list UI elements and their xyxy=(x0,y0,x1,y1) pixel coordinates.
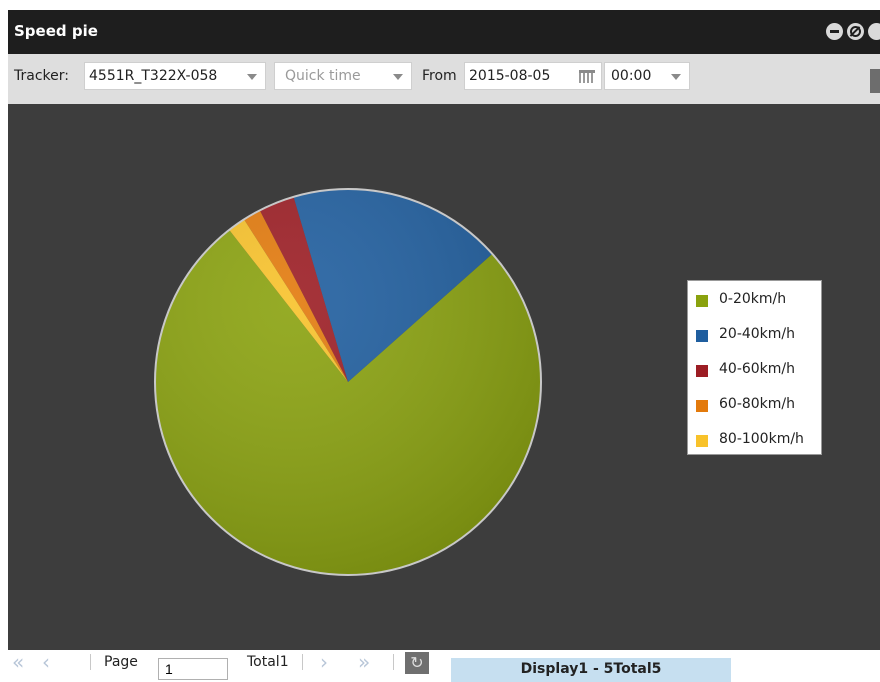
legend-swatch xyxy=(696,435,708,447)
next-page-icon[interactable]: › xyxy=(320,652,328,672)
pagination-bar: « ‹ Page Total1 › » ↻ Display1 - 5Total5 xyxy=(8,650,880,682)
quick-time-placeholder: Quick time xyxy=(285,68,361,84)
refresh-icon[interactable]: ↻ xyxy=(405,652,429,674)
page-label: Page xyxy=(104,654,138,670)
legend-label: 40-60km/h xyxy=(719,361,796,377)
tracker-value: 4551R_T322X-058 xyxy=(89,68,218,84)
window-title: Speed pie xyxy=(14,22,98,40)
from-label: From xyxy=(422,68,457,84)
minimize-icon[interactable] xyxy=(826,23,843,40)
display-count: Display1 - 5Total5 xyxy=(451,658,731,682)
cancel-icon[interactable] xyxy=(847,23,864,40)
tracker-label: Tracker: xyxy=(14,68,69,84)
divider xyxy=(393,654,394,670)
chevron-down-icon xyxy=(671,74,681,80)
chevron-down-icon xyxy=(393,74,403,80)
from-time-value: 00:00 xyxy=(611,68,652,84)
chart-legend: 0-20km/h 20-40km/h 40-60km/h 60-80km/h 80-10… xyxy=(687,280,822,455)
divider xyxy=(90,654,91,670)
prev-page-icon[interactable]: ‹ xyxy=(42,652,50,672)
menu-icon[interactable] xyxy=(870,69,880,93)
legend-label: 20-40km/h xyxy=(719,326,796,342)
tracker-select[interactable]: 4551R_T322X-058 xyxy=(84,62,266,90)
legend-label: 0-20km/h xyxy=(719,291,787,307)
calendar-icon[interactable] xyxy=(579,70,595,83)
last-page-icon[interactable]: » xyxy=(358,652,370,672)
legend-swatch xyxy=(696,295,708,307)
close-icon[interactable] xyxy=(868,23,880,40)
divider xyxy=(302,654,303,670)
quick-time-select[interactable]: Quick time xyxy=(274,62,412,90)
speed-pie-window: Speed pie Tracker: 4551R_T322X-058 Quick… xyxy=(8,10,880,682)
first-page-icon[interactable]: « xyxy=(12,652,24,672)
toolbar: Tracker: 4551R_T322X-058 Quick time From… xyxy=(8,54,880,104)
legend-label: 60-80km/h xyxy=(719,396,796,412)
legend-label: 80-100km/h xyxy=(719,431,804,447)
from-date-input[interactable]: 2015-08-05 xyxy=(464,62,602,90)
page-number-input[interactable] xyxy=(158,658,228,680)
legend-swatch xyxy=(696,400,708,412)
title-bar: Speed pie xyxy=(8,10,880,54)
from-time-select[interactable]: 00:00 xyxy=(604,62,690,90)
chart-area: 0-20km/h 20-40km/h 40-60km/h 60-80km/h 80-10… xyxy=(8,104,880,650)
legend-swatch xyxy=(696,365,708,377)
chevron-down-icon xyxy=(247,74,257,80)
total-pages-label: Total1 xyxy=(247,654,289,670)
from-date-value: 2015-08-05 xyxy=(469,68,551,84)
legend-swatch xyxy=(696,330,708,342)
